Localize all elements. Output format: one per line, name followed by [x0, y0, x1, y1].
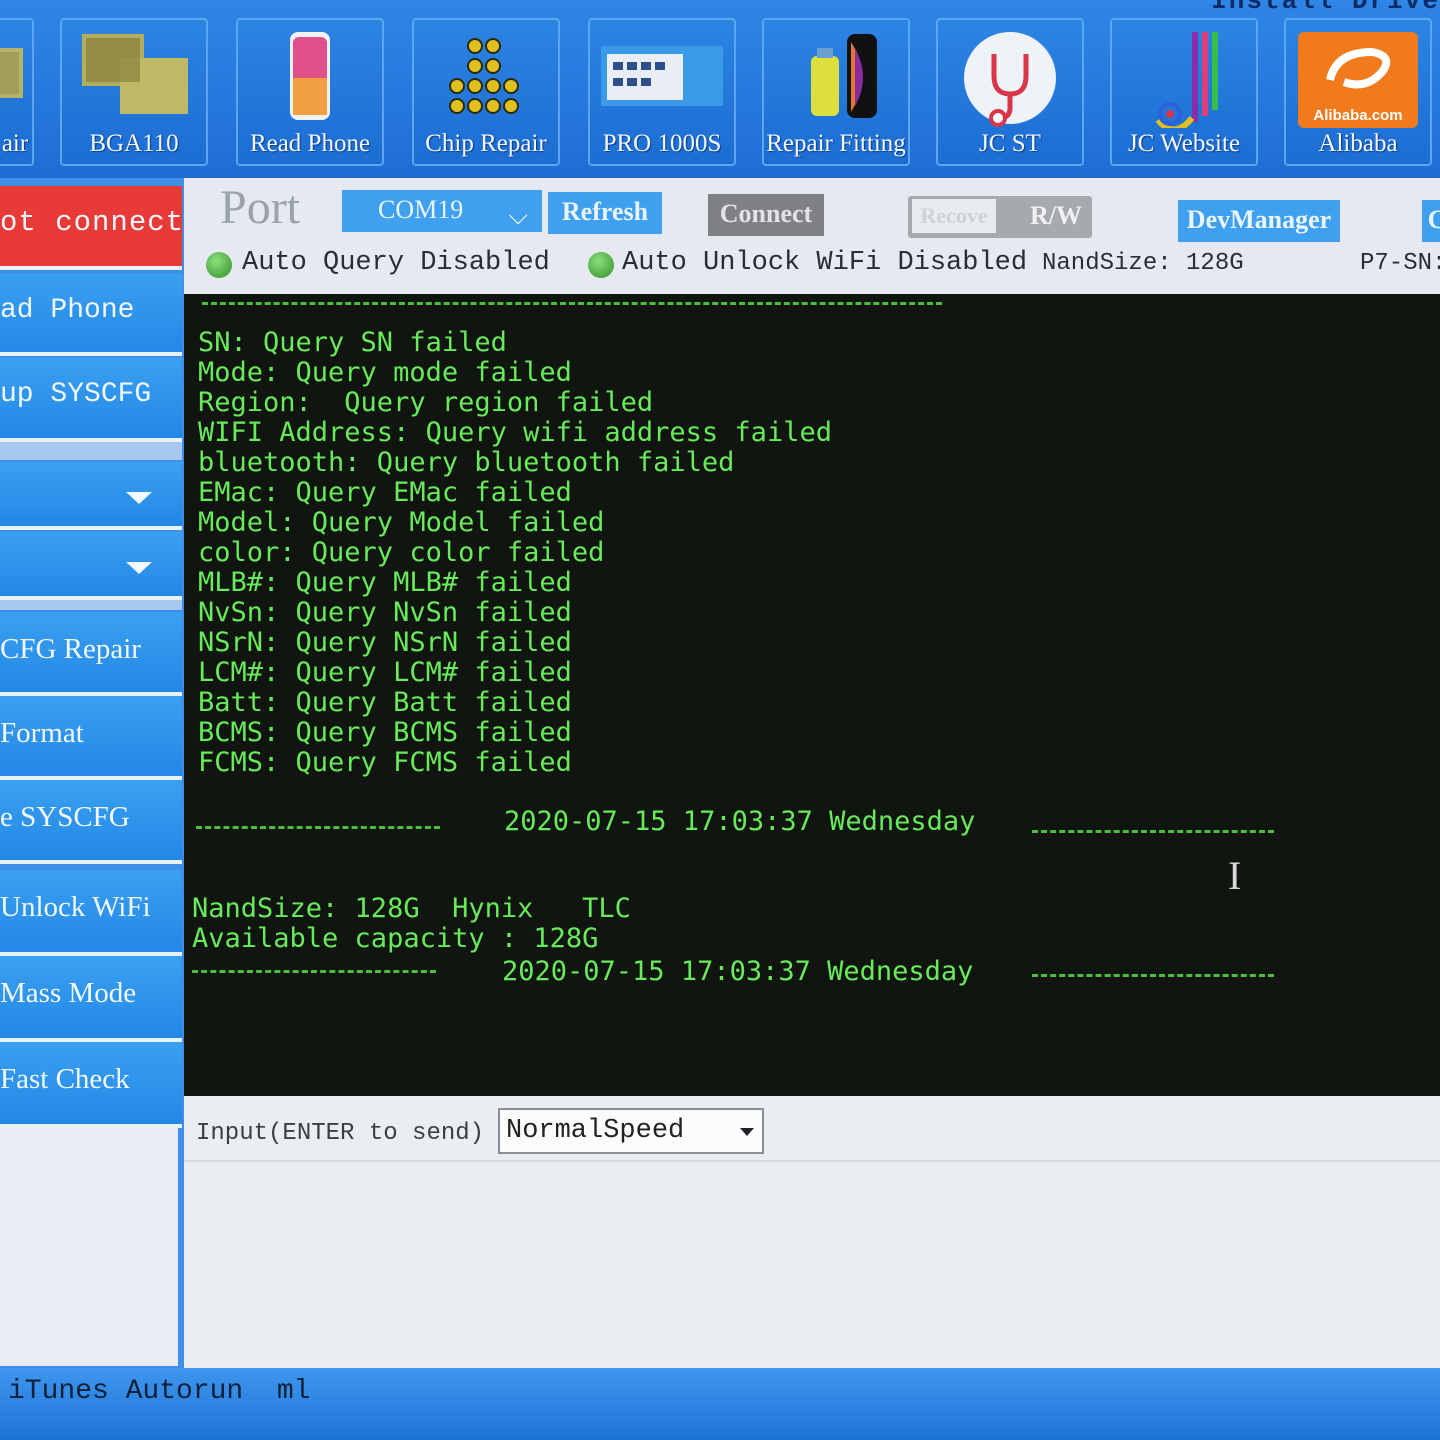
console-timestamp: 2020-07-15 17:03:37 Wednesday — [502, 956, 974, 987]
auto-unlock-wifi-toggle[interactable]: Auto Unlock WiFi Disabled — [622, 248, 1027, 278]
tool-pro1000s-button[interactable]: PRO 1000S — [588, 18, 736, 166]
chevron-down-icon — [126, 562, 152, 574]
phone-icon — [280, 28, 340, 129]
console-line: NvSn: Query NvSn failed — [198, 597, 572, 628]
tool-repair-fitting-button[interactable]: Repair Fitting — [762, 18, 910, 166]
console-line: Model: Query Model failed — [198, 507, 605, 538]
com-port-select[interactable]: COM19 ⌵ — [342, 190, 542, 232]
top-toolbar: Install Drive air BGA110 Read Phone Chip… — [0, 0, 1440, 178]
sidebar-item-mass-mode[interactable]: Mass Mode — [0, 956, 182, 1042]
jc-logo-icon — [1134, 28, 1234, 133]
sidebar-item-format[interactable]: Format — [0, 696, 182, 780]
sidebar-divider — [0, 442, 182, 460]
programmer-device-icon — [597, 28, 727, 113]
console-line: Mode: Query mode failed — [198, 357, 572, 388]
console-line: NSrN: Query NSrN failed — [198, 627, 572, 658]
sidebar-dropdown-1[interactable] — [0, 462, 182, 530]
console-line: EMac: Query EMac failed — [198, 477, 572, 508]
bga-chip-icon — [0, 28, 35, 113]
main-panel: Port COM19 ⌵ Refresh Connect Recove R/W … — [184, 178, 1440, 1368]
p7-sn-label: P7-SN: — [1360, 250, 1440, 277]
console-line: Available capacity : 128G — [192, 923, 599, 954]
console-line: NandSize: 128G Hynix TLC — [192, 893, 631, 924]
input-label: Input(ENTER to send) — [196, 1120, 485, 1147]
input-divider — [184, 1160, 1440, 1162]
recovery-rw-toggle[interactable]: Recove R/W — [908, 196, 1092, 238]
console-divider — [1032, 830, 1274, 833]
sidebar-dropdown-2[interactable] — [0, 532, 182, 600]
rw-mode-segment[interactable]: R/W — [1030, 196, 1082, 236]
console-line: MLB#: Query MLB# failed — [198, 567, 572, 598]
chevron-down-icon — [740, 1128, 754, 1136]
sidebar-empty-area — [0, 1128, 178, 1366]
tool-jc-st-button[interactable]: JC ST — [936, 18, 1084, 166]
chevron-down-icon: ⌵ — [508, 201, 528, 230]
input-area: Input(ENTER to send) NormalSpeed — [184, 1096, 1440, 1368]
console-line: color: Query color failed — [198, 537, 605, 568]
auto-query-toggle[interactable]: Auto Query Disabled — [242, 248, 550, 278]
port-label: Port — [220, 181, 301, 234]
tool-jc-website-button[interactable]: JC Website — [1110, 18, 1258, 166]
connection-status-badge: ot connecte — [0, 186, 182, 270]
console-line: SN: Query SN failed — [198, 327, 507, 358]
tool-read-phone-button[interactable]: Read Phone — [236, 18, 384, 166]
tool-chip-repair-button[interactable]: Chip Repair — [412, 18, 560, 166]
repair-fitting-icon — [781, 28, 891, 129]
device-manager-button[interactable]: DevManager — [1178, 200, 1340, 242]
speed-select[interactable]: NormalSpeed — [498, 1108, 764, 1154]
sidebar-item-backup-syscfg[interactable]: up SYSCFG — [0, 358, 182, 442]
console-line: bluetooth: Query bluetooth failed — [198, 447, 735, 478]
console-divider — [192, 970, 436, 973]
console-output[interactable]: SN: Query SN failed Mode: Query mode fai… — [184, 294, 1440, 1096]
connect-button[interactable]: Connect — [708, 194, 824, 236]
sidebar-divider — [0, 600, 182, 610]
sidebar-item-write-syscfg[interactable]: e SYSCFG — [0, 780, 182, 864]
status-row: Auto Query Disabled Auto Unlock WiFi Dis… — [204, 244, 1440, 288]
refresh-button[interactable]: Refresh — [548, 192, 662, 234]
console-line: Region: Query region failed — [198, 387, 654, 418]
console-line: Batt: Query Batt failed — [198, 687, 572, 718]
stethoscope-icon — [960, 28, 1060, 133]
svg-text:Alibaba.com: Alibaba.com — [1313, 107, 1402, 124]
alibaba-logo-icon: Alibaba.com — [1296, 28, 1420, 133]
sidebar-item-syscfg-repair[interactable]: CFG Repair — [0, 612, 182, 696]
console-line: FCMS: Query FCMS failed — [198, 747, 572, 778]
sidebar-item-fast-check[interactable]: Fast Check — [0, 1042, 182, 1128]
recovery-mode-segment[interactable]: Recove — [912, 199, 996, 233]
tool-alibaba-button[interactable]: Alibaba.com Alibaba — [1284, 18, 1432, 166]
bottom-status-bar: iTunes Autorun ml — [0, 1368, 1440, 1440]
tool-bga110-button[interactable]: BGA110 — [60, 18, 208, 166]
tool-air-button[interactable]: air — [0, 18, 34, 166]
chevron-down-icon — [126, 492, 152, 504]
bga-chip-icon — [74, 28, 194, 123]
left-sidebar: ot connecte ad Phone up SYSCFG CFG Repai… — [0, 178, 184, 1368]
sidebar-item-unlock-wifi[interactable]: Unlock WiFi — [0, 870, 182, 956]
itunes-autorun-label[interactable]: iTunes Autorun ml — [8, 1376, 310, 1407]
console-line: LCM#: Query LCM# failed — [198, 657, 572, 688]
text-cursor-icon: I — [1228, 853, 1242, 898]
status-indicator-icon — [206, 252, 232, 278]
console-timestamp: 2020-07-15 17:03:37 Wednesday — [504, 806, 976, 837]
console-divider — [202, 302, 942, 305]
console-line: WIFI Address: Query wifi address failed — [198, 417, 832, 448]
console-line: BCMS: Query BCMS failed — [198, 717, 572, 748]
cut-off-button[interactable]: C — [1422, 200, 1440, 242]
sidebar-item-read-phone[interactable]: ad Phone — [0, 274, 182, 356]
chip-icon — [441, 28, 531, 123]
console-divider — [196, 826, 440, 829]
nandsize-label: NandSize: 128G — [1042, 250, 1244, 277]
status-indicator-icon — [588, 252, 614, 278]
console-divider — [1032, 974, 1274, 977]
window-title: Install Drive — [1211, 0, 1440, 16]
